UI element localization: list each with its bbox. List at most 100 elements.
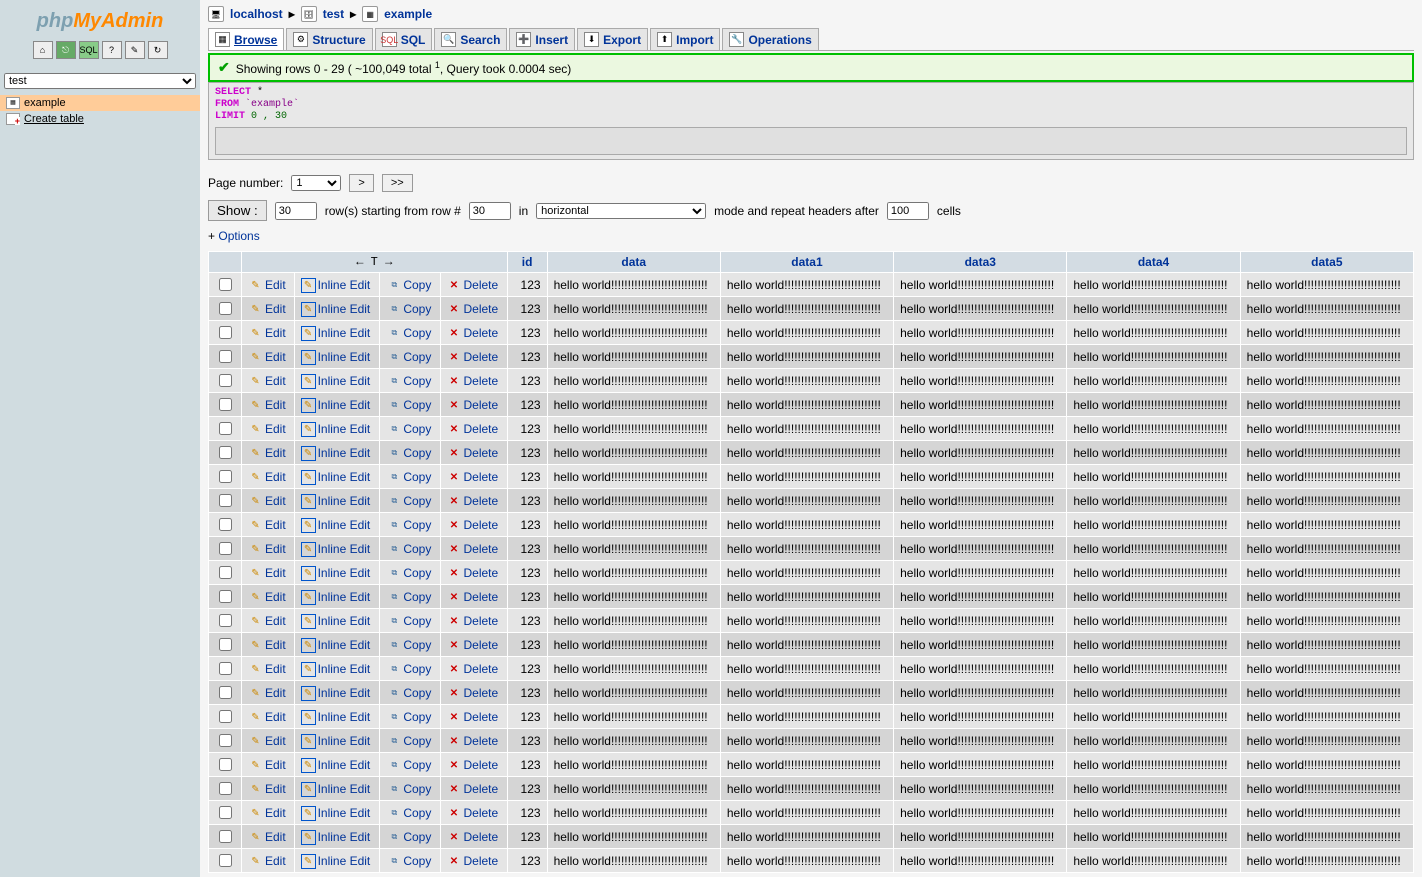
row-checkbox[interactable]	[219, 470, 232, 483]
copy-action[interactable]: ⧉Copy	[386, 590, 431, 605]
delete-action[interactable]: ✕Delete	[447, 542, 499, 557]
row-checkbox[interactable]	[219, 830, 232, 843]
repeat-headers-input[interactable]	[887, 202, 929, 220]
row-checkbox[interactable]	[219, 662, 232, 675]
edit-action[interactable]: ✎Edit	[248, 374, 286, 389]
copy-action[interactable]: ⧉Copy	[386, 686, 431, 701]
copy-action[interactable]: ⧉Copy	[386, 398, 431, 413]
delete-action[interactable]: ✕Delete	[447, 662, 499, 677]
start-row-input[interactable]	[469, 202, 511, 220]
copy-action[interactable]: ⧉Copy	[386, 782, 431, 797]
inline-edit-action[interactable]: ✎Inline Edit	[301, 494, 371, 509]
col-actions[interactable]: ← T →	[242, 252, 508, 273]
delete-action[interactable]: ✕Delete	[447, 518, 499, 533]
page-next-button[interactable]: >	[349, 174, 373, 192]
edit-action[interactable]: ✎Edit	[248, 542, 286, 557]
delete-action[interactable]: ✕Delete	[447, 686, 499, 701]
breadcrumb-db[interactable]: test	[323, 7, 344, 21]
tab-operations[interactable]: 🔧Operations	[722, 28, 818, 50]
delete-action[interactable]: ✕Delete	[447, 590, 499, 605]
inline-edit-action[interactable]: ✎Inline Edit	[301, 830, 371, 845]
tab-sql[interactable]: SQLSQL	[375, 28, 433, 50]
tab-export[interactable]: ⬇Export	[577, 28, 648, 50]
edit-action[interactable]: ✎Edit	[248, 278, 286, 293]
row-checkbox[interactable]	[219, 614, 232, 627]
edit-action[interactable]: ✎Edit	[248, 422, 286, 437]
query-icon[interactable]: ✎	[125, 41, 145, 59]
logo[interactable]: phpMyAdmin	[0, 4, 200, 37]
tab-search[interactable]: 🔍Search	[434, 28, 507, 50]
edit-action[interactable]: ✎Edit	[248, 326, 286, 341]
inline-edit-action[interactable]: ✎Inline Edit	[301, 590, 371, 605]
delete-action[interactable]: ✕Delete	[447, 278, 499, 293]
copy-action[interactable]: ⧉Copy	[386, 350, 431, 365]
breadcrumb-table[interactable]: example	[384, 7, 432, 21]
tab-insert[interactable]: ➕Insert	[509, 28, 575, 50]
tree-create-table[interactable]: Create table	[0, 111, 200, 127]
edit-action[interactable]: ✎Edit	[248, 758, 286, 773]
edit-action[interactable]: ✎Edit	[248, 350, 286, 365]
copy-action[interactable]: ⧉Copy	[386, 566, 431, 581]
edit-action[interactable]: ✎Edit	[248, 638, 286, 653]
edit-action[interactable]: ✎Edit	[248, 566, 286, 581]
database-select[interactable]: test	[4, 73, 196, 89]
inline-edit-action[interactable]: ✎Inline Edit	[301, 758, 371, 773]
copy-action[interactable]: ⧉Copy	[386, 710, 431, 725]
inline-edit-action[interactable]: ✎Inline Edit	[301, 638, 371, 653]
delete-action[interactable]: ✕Delete	[447, 758, 499, 773]
copy-action[interactable]: ⧉Copy	[386, 446, 431, 461]
mode-select[interactable]: horizontal	[536, 203, 706, 219]
delete-action[interactable]: ✕Delete	[447, 350, 499, 365]
delete-action[interactable]: ✕Delete	[447, 710, 499, 725]
copy-action[interactable]: ⧉Copy	[386, 662, 431, 677]
delete-action[interactable]: ✕Delete	[447, 638, 499, 653]
col-id[interactable]: id	[507, 252, 547, 273]
delete-action[interactable]: ✕Delete	[447, 326, 499, 341]
edit-action[interactable]: ✎Edit	[248, 710, 286, 725]
copy-action[interactable]: ⧉Copy	[386, 830, 431, 845]
copy-action[interactable]: ⧉Copy	[386, 422, 431, 437]
delete-action[interactable]: ✕Delete	[447, 734, 499, 749]
edit-action[interactable]: ✎Edit	[248, 806, 286, 821]
copy-action[interactable]: ⧉Copy	[386, 806, 431, 821]
edit-action[interactable]: ✎Edit	[248, 590, 286, 605]
edit-action[interactable]: ✎Edit	[248, 398, 286, 413]
row-checkbox[interactable]	[219, 422, 232, 435]
inline-edit-action[interactable]: ✎Inline Edit	[301, 326, 371, 341]
sql-icon[interactable]: SQL	[79, 41, 99, 59]
copy-action[interactable]: ⧉Copy	[386, 542, 431, 557]
inline-edit-action[interactable]: ✎Inline Edit	[301, 278, 371, 293]
inline-edit-action[interactable]: ✎Inline Edit	[301, 470, 371, 485]
copy-action[interactable]: ⧉Copy	[386, 302, 431, 317]
rows-count-input[interactable]	[275, 202, 317, 220]
delete-action[interactable]: ✕Delete	[447, 806, 499, 821]
copy-action[interactable]: ⧉Copy	[386, 638, 431, 653]
row-checkbox[interactable]	[219, 278, 232, 291]
inline-edit-action[interactable]: ✎Inline Edit	[301, 398, 371, 413]
row-checkbox[interactable]	[219, 758, 232, 771]
page-number-select[interactable]: 1	[291, 175, 341, 191]
inline-edit-action[interactable]: ✎Inline Edit	[301, 542, 371, 557]
edit-action[interactable]: ✎Edit	[248, 302, 286, 317]
row-checkbox[interactable]	[219, 398, 232, 411]
delete-action[interactable]: ✕Delete	[447, 302, 499, 317]
inline-edit-action[interactable]: ✎Inline Edit	[301, 710, 371, 725]
copy-action[interactable]: ⧉Copy	[386, 854, 431, 869]
row-checkbox[interactable]	[219, 782, 232, 795]
edit-action[interactable]: ✎Edit	[248, 734, 286, 749]
delete-action[interactable]: ✕Delete	[447, 446, 499, 461]
delete-action[interactable]: ✕Delete	[447, 830, 499, 845]
home-icon[interactable]: ⌂	[33, 41, 53, 59]
delete-action[interactable]: ✕Delete	[447, 470, 499, 485]
inline-edit-action[interactable]: ✎Inline Edit	[301, 350, 371, 365]
edit-action[interactable]: ✎Edit	[248, 830, 286, 845]
edit-action[interactable]: ✎Edit	[248, 662, 286, 677]
copy-action[interactable]: ⧉Copy	[386, 758, 431, 773]
inline-edit-action[interactable]: ✎Inline Edit	[301, 662, 371, 677]
row-checkbox[interactable]	[219, 302, 232, 315]
edit-action[interactable]: ✎Edit	[248, 494, 286, 509]
row-checkbox[interactable]	[219, 326, 232, 339]
row-checkbox[interactable]	[219, 806, 232, 819]
copy-action[interactable]: ⧉Copy	[386, 734, 431, 749]
inline-edit-action[interactable]: ✎Inline Edit	[301, 422, 371, 437]
